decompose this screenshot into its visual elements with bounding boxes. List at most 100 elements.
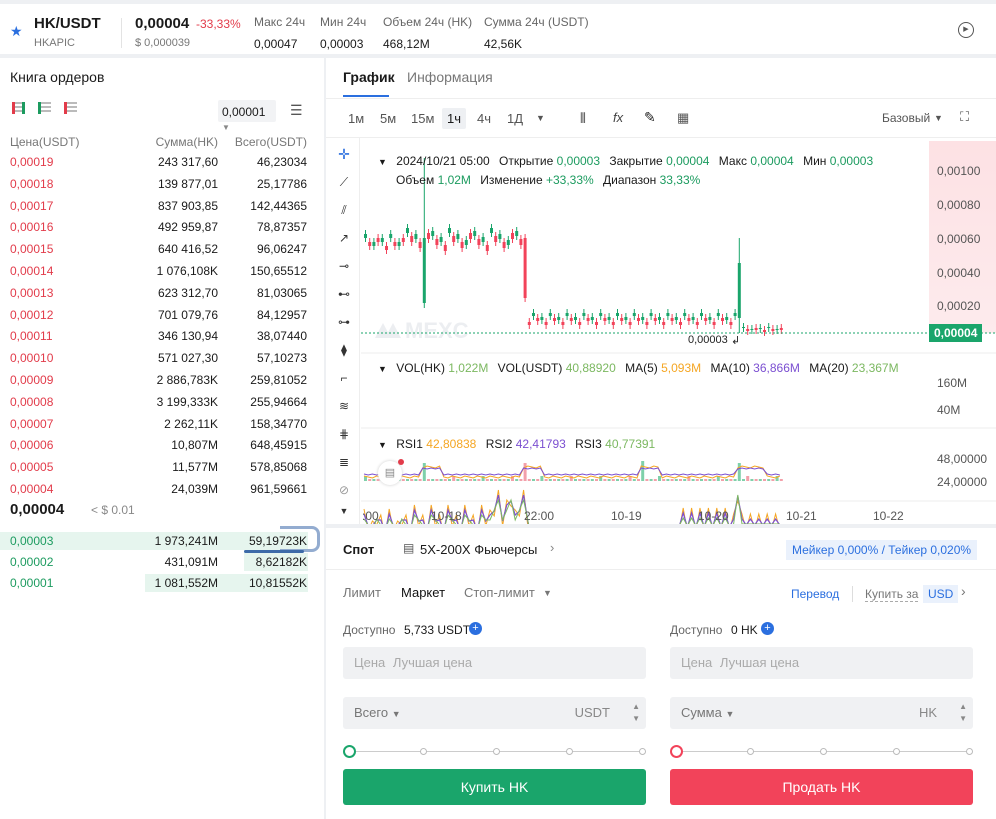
parallel-line-icon[interactable]: ⊶ bbox=[334, 315, 354, 331]
tf-15m[interactable]: 15м bbox=[411, 111, 434, 126]
bid-row[interactable]: 0,00001 1 081,552M 10,81552K bbox=[0, 572, 324, 593]
view-mode[interactable]: Базовый bbox=[882, 111, 930, 125]
ask-row[interactable]: 0,00010 571 027,30 57,10273 bbox=[0, 347, 324, 368]
favorite-star-icon[interactable]: ★ bbox=[10, 23, 23, 40]
sell-amount-field[interactable]: Сумма ▼ HK ▲ ▼ bbox=[670, 697, 973, 729]
eye-hide-icon[interactable]: ⊘ bbox=[334, 483, 354, 499]
ray-icon[interactable]: ⫽ bbox=[334, 203, 354, 219]
ask-row[interactable]: 0,00018 139 877,01 25,17786 bbox=[0, 173, 324, 194]
buy-stepper-icon[interactable]: ▲ ▼ bbox=[632, 701, 640, 725]
ask-row[interactable]: 0,00004 24,039M 961,59661 bbox=[0, 478, 324, 499]
buy-button[interactable]: Купить HK bbox=[343, 769, 646, 805]
tf-1d[interactable]: 1Д bbox=[507, 111, 523, 126]
futures-chevron-right-icon[interactable]: › bbox=[550, 540, 554, 555]
sell-button[interactable]: Продать HK bbox=[670, 769, 973, 805]
ask-row[interactable]: 0,00012 701 079,76 84,12957 bbox=[0, 304, 324, 325]
sell-amount-chevron-icon[interactable]: ▼ bbox=[725, 709, 734, 719]
tab-spot[interactable]: Спот bbox=[343, 542, 374, 557]
ask-row[interactable]: 0,00015 640 416,52 96,06247 bbox=[0, 238, 324, 259]
ask-row[interactable]: 0,00008 3 199,333K 255,94664 bbox=[0, 391, 324, 412]
tf-more-chevron-icon[interactable]: ▼ bbox=[536, 113, 545, 123]
buy-total-field[interactable]: Всего ▼ USDT ▲ ▼ bbox=[343, 697, 646, 729]
channel-icon[interactable]: ≋ bbox=[334, 399, 354, 415]
view-bids-icon[interactable] bbox=[38, 102, 51, 114]
price-line-icon[interactable]: ⌐ bbox=[334, 371, 354, 387]
layout-grid-icon[interactable]: ▦ bbox=[677, 110, 689, 126]
extended-line-icon[interactable]: ↗ bbox=[334, 231, 354, 247]
tf-1h[interactable]: 1ч bbox=[442, 108, 467, 129]
ask-row[interactable]: 0,00006 10,807M 648,45915 bbox=[0, 434, 324, 455]
sell-slider[interactable] bbox=[670, 745, 973, 758]
candle-type-icon[interactable]: ⫴ bbox=[580, 110, 586, 127]
view-both-icon[interactable] bbox=[12, 102, 25, 114]
vol-collapse-icon[interactable]: ▼ bbox=[378, 364, 387, 374]
legend-collapse-icon[interactable]: ▼ bbox=[378, 157, 387, 167]
vertical-line-icon[interactable]: ⧫ bbox=[334, 343, 354, 359]
tools-collapse-chevron-icon[interactable]: ▼ bbox=[334, 506, 354, 522]
buy-slider-100[interactable] bbox=[639, 748, 646, 755]
pair-name[interactable]: HK/USDT bbox=[34, 15, 101, 32]
bid-row[interactable]: 0,00002 431,091M 8,62182K bbox=[0, 551, 324, 572]
buy-for-label[interactable]: Купить за bbox=[865, 587, 919, 602]
buy-total-unit: USDT bbox=[574, 705, 610, 720]
sell-slider-75[interactable] bbox=[893, 748, 900, 755]
ask-row[interactable]: 0,00005 11,577M 578,85068 bbox=[0, 456, 324, 477]
trendline-icon[interactable]: ⟋ bbox=[334, 175, 354, 191]
ask-row[interactable]: 0,00017 837 903,85 142,44365 bbox=[0, 195, 324, 216]
sell-slider-50[interactable] bbox=[820, 748, 827, 755]
settings-sliders-icon[interactable]: ☰ bbox=[290, 102, 303, 119]
precision-select[interactable]: 0,00001 ▼ bbox=[218, 100, 276, 132]
ask-row[interactable]: 0,00009 2 886,783K 259,81052 bbox=[0, 369, 324, 390]
fib-icon[interactable]: ≣ bbox=[334, 455, 354, 471]
crosshair-icon[interactable]: ✛ bbox=[334, 146, 354, 162]
view-asks-icon[interactable] bbox=[64, 102, 77, 114]
event-calendar-icon[interactable]: ▤ bbox=[378, 461, 402, 485]
rsi-collapse-icon[interactable]: ▼ bbox=[378, 440, 387, 450]
tf-4h[interactable]: 4ч bbox=[477, 111, 491, 126]
draw-pencil-icon[interactable]: ✎ bbox=[644, 109, 656, 126]
tab-info[interactable]: Информация bbox=[407, 69, 493, 85]
sell-price-field[interactable]: Цена Лучшая цена bbox=[670, 647, 973, 679]
ask-row[interactable]: 0,00011 346 130,94 38,07440 bbox=[0, 325, 324, 346]
play-icon[interactable]: ▶ bbox=[958, 22, 974, 38]
sell-slider-25[interactable] bbox=[747, 748, 754, 755]
candle bbox=[523, 234, 527, 302]
sell-slider-100[interactable] bbox=[966, 748, 973, 755]
ask-row[interactable]: 0,00019 243 317,60 46,23034 bbox=[0, 151, 324, 172]
buy-slider[interactable] bbox=[343, 745, 646, 758]
sell-slider-handle[interactable] bbox=[670, 745, 683, 758]
buy-slider-handle[interactable] bbox=[343, 745, 356, 758]
tf-1m[interactable]: 1м bbox=[348, 111, 364, 126]
horizontal-ray-icon[interactable]: ⊷ bbox=[334, 287, 354, 303]
sell-deposit-plus-icon[interactable]: + bbox=[761, 622, 774, 635]
buy-slider-75[interactable] bbox=[566, 748, 573, 755]
view-mode-chevron-icon[interactable]: ▼ bbox=[934, 113, 943, 123]
type-market[interactable]: Маркет bbox=[401, 585, 445, 600]
indicators-fx-icon[interactable]: fx bbox=[613, 110, 623, 125]
transfer-link[interactable]: Перевод bbox=[791, 587, 839, 601]
sell-stepper-icon[interactable]: ▲ ▼ bbox=[959, 701, 967, 725]
ask-row[interactable]: 0,00014 1 076,108K 150,65512 bbox=[0, 260, 324, 281]
bid-row[interactable]: 0,00003 1 973,241M 59,19723K bbox=[0, 530, 324, 551]
type-stop-limit[interactable]: Стоп-лимит bbox=[464, 585, 535, 600]
buy-deposit-plus-icon[interactable]: + bbox=[469, 622, 482, 635]
tf-5m[interactable]: 5м bbox=[380, 111, 396, 126]
buy-total-chevron-icon[interactable]: ▼ bbox=[392, 709, 401, 719]
ask-row[interactable]: 0,00013 623 312,70 81,03065 bbox=[0, 282, 324, 303]
ask-row[interactable]: 0,00007 2 262,11K 158,34770 bbox=[0, 413, 324, 434]
pitchfork-icon[interactable]: ⋕ bbox=[334, 427, 354, 443]
currency-badge[interactable]: USD bbox=[923, 585, 959, 603]
ask-row[interactable]: 0,00016 492 959,87 78,87357 bbox=[0, 216, 324, 237]
type-limit[interactable]: Лимит bbox=[343, 585, 381, 600]
buy-slider-25[interactable] bbox=[420, 748, 427, 755]
tab-futures[interactable]: 5X-200X Фьючерсы bbox=[420, 542, 537, 557]
currency-chevron-right-icon[interactable]: › bbox=[961, 583, 966, 599]
ask-total: 96,06247 bbox=[256, 242, 307, 257]
fullscreen-icon[interactable]: ⛶ bbox=[960, 109, 969, 125]
buy-slider-50[interactable] bbox=[493, 748, 500, 755]
buy-price-field[interactable]: Цена Лучшая цена bbox=[343, 647, 646, 679]
horizontal-line-icon[interactable]: ⊸ bbox=[334, 259, 354, 275]
tab-chart[interactable]: График bbox=[343, 69, 395, 85]
stop-limit-chevron-icon[interactable]: ▼ bbox=[543, 588, 552, 598]
candlestick-chart[interactable]: MEXC bbox=[361, 138, 996, 524]
